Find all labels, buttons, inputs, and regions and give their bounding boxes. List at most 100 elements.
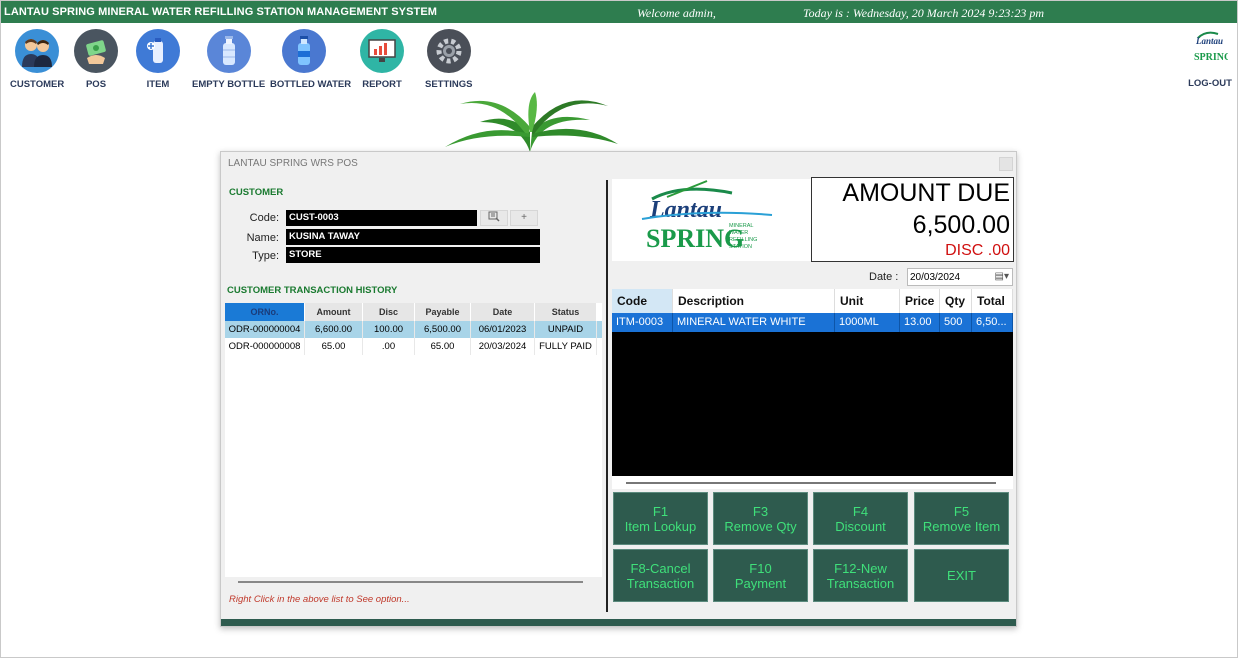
gear-icon	[426, 29, 471, 73]
date-time-text: Today is : Wednesday, 20 March 2024 9:23…	[803, 6, 1044, 20]
items-scrollbar[interactable]	[612, 476, 1013, 489]
cell-status: UNPAID	[535, 321, 597, 338]
brand-logo-small: Lantau SPRING	[1192, 28, 1232, 66]
nav-item[interactable]: ITEM	[136, 29, 180, 90]
discount-button[interactable]: F4 Discount	[813, 492, 908, 545]
welcome-text: Welcome admin,	[637, 6, 716, 20]
cell-unit: 1000ML	[835, 313, 900, 332]
nav-customer[interactable]: CUSTOMER	[10, 29, 64, 90]
nav-empty-bottle[interactable]: EMPTY BOTTLE	[192, 29, 265, 90]
nav-label: CUSTOMER	[10, 79, 65, 90]
panel-divider	[606, 180, 608, 612]
amount-due-label: AMOUNT DUE	[842, 179, 1010, 207]
customer-code-field[interactable]: CUST-0003	[286, 210, 477, 226]
item-lookup-button[interactable]: F1 Item Lookup	[613, 492, 708, 545]
cell-orno: ODR-000000004	[225, 321, 305, 338]
cell-description: MINERAL WATER WHITE	[673, 313, 835, 332]
col-code[interactable]: Code	[612, 289, 673, 313]
history-scrollbar[interactable]	[238, 581, 583, 583]
col-status[interactable]: Status	[535, 303, 597, 321]
cell-date: 06/01/2023	[471, 321, 535, 338]
col-total[interactable]: Total	[972, 289, 1013, 313]
table-row[interactable]: ODR-000000008 65.00 .00 65.00 20/03/2024…	[225, 338, 602, 355]
date-label: Date :	[869, 271, 899, 283]
button-label: Item Lookup	[624, 518, 697, 534]
logout-button[interactable]: Lantau SPRING LOG-OUT	[1186, 28, 1234, 89]
report-icon	[360, 29, 404, 73]
close-button[interactable]	[999, 157, 1013, 171]
col-date[interactable]: Date	[471, 303, 535, 321]
remove-item-button[interactable]: F5 Remove Item	[914, 492, 1009, 545]
new-transaction-button[interactable]: F12-New Transaction	[813, 549, 908, 602]
app-title: LANTAU SPRING MINERAL WATER REFILLING ST…	[4, 6, 438, 18]
nav-label: ITEM	[146, 79, 170, 90]
bottle-icon	[206, 29, 251, 73]
calendar-icon[interactable]: ▤▾	[995, 271, 1009, 282]
palm-tree-decoration	[440, 92, 620, 152]
customer-name-field[interactable]: KUSINA TAWAY	[286, 229, 540, 245]
logo-sub-line: MINERAL	[729, 223, 753, 229]
table-header: ORNo. Amount Disc Payable Date Status	[225, 303, 602, 321]
nav-label: BOTTLED WATER	[270, 79, 352, 90]
exit-button[interactable]: EXIT	[914, 549, 1009, 602]
transaction-history-table[interactable]: ORNo. Amount Disc Payable Date Status OD…	[225, 303, 602, 577]
title-bar: LANTAU SPRING MINERAL WATER REFILLING ST…	[1, 1, 1237, 23]
cell-amount: 6,600.00	[305, 321, 363, 338]
cell-payable: 65.00	[415, 338, 471, 355]
customer-type-field[interactable]: STORE	[286, 247, 540, 263]
col-disc[interactable]: Disc	[363, 303, 415, 321]
customer-search-button[interactable]	[480, 210, 508, 226]
nav-report[interactable]: REPORT	[360, 29, 404, 90]
svg-text:Lantau: Lantau	[1195, 36, 1223, 46]
nav-label: REPORT	[362, 79, 402, 90]
cell-price: 13.00	[900, 313, 940, 332]
remove-qty-button[interactable]: F3 Remove Qty	[713, 492, 808, 545]
col-qty[interactable]: Qty	[940, 289, 972, 313]
logout-label: LOG-OUT	[1188, 78, 1232, 89]
history-section-title: CUSTOMER TRANSACTION HISTORY	[227, 285, 398, 296]
logo-sub-line: STATION	[729, 244, 752, 250]
customer-icon	[15, 29, 60, 73]
cash-icon	[74, 29, 118, 73]
col-unit[interactable]: Unit	[835, 289, 900, 313]
water-bottle-icon	[282, 29, 326, 73]
payment-button[interactable]: F10 Payment	[713, 549, 808, 602]
button-key: F12-New	[834, 560, 887, 576]
col-orno[interactable]: ORNo.	[225, 303, 305, 321]
nav-bottled-water[interactable]: BOTTLED WATER	[270, 29, 351, 90]
button-key: F4	[852, 503, 869, 519]
date-picker[interactable]: 20/03/2024 ▤▾	[907, 268, 1013, 286]
logo-brand-top: Lantau	[649, 197, 722, 223]
button-key: F1	[652, 503, 669, 519]
col-description[interactable]: Description	[673, 289, 835, 313]
nav-pos[interactable]: POS	[74, 29, 118, 90]
cell-date: 20/03/2024	[471, 338, 535, 355]
brand-logo: Lantau SPRING MINERAL WATER REFILLING ST…	[612, 179, 811, 261]
col-price[interactable]: Price	[900, 289, 940, 313]
nav-label: SETTINGS	[425, 79, 473, 90]
customer-section-title: CUSTOMER	[229, 187, 284, 198]
col-amount[interactable]: Amount	[305, 303, 363, 321]
nav-label: EMPTY BOTTLE	[192, 79, 266, 90]
cell-disc: .00	[363, 338, 415, 355]
button-label: Transaction	[626, 575, 695, 591]
amount-due-value: 6,500.00	[912, 211, 1010, 239]
button-label: Remove Qty	[724, 518, 797, 534]
button-label: Discount	[835, 518, 886, 534]
cell-payable: 6,500.00	[415, 321, 471, 338]
type-label: Type:	[252, 250, 279, 262]
history-hint: Right Click in the above list to See opt…	[229, 594, 410, 605]
col-payable[interactable]: Payable	[415, 303, 471, 321]
table-row[interactable]: ODR-000000004 6,600.00 100.00 6,500.00 0…	[225, 321, 602, 338]
logo-sub-line: WATER	[729, 230, 748, 236]
cancel-transaction-button[interactable]: F8-Cancel Transaction	[613, 549, 708, 602]
cell-qty: 500	[940, 313, 972, 332]
table-row[interactable]: ITM-0003 MINERAL WATER WHITE 1000ML 13.0…	[612, 313, 1013, 332]
button-key: EXIT	[947, 568, 976, 583]
add-customer-button[interactable]: +	[510, 210, 538, 226]
amount-due-panel: AMOUNT DUE 6,500.00 DISC .00	[811, 177, 1014, 262]
order-items-table[interactable]: Code Description Unit Price Qty Total IT…	[612, 289, 1013, 476]
nav-settings[interactable]: SETTINGS	[425, 29, 473, 90]
window-footer-bar	[221, 619, 1016, 626]
logo-sub-line: REFILLING	[729, 237, 757, 243]
